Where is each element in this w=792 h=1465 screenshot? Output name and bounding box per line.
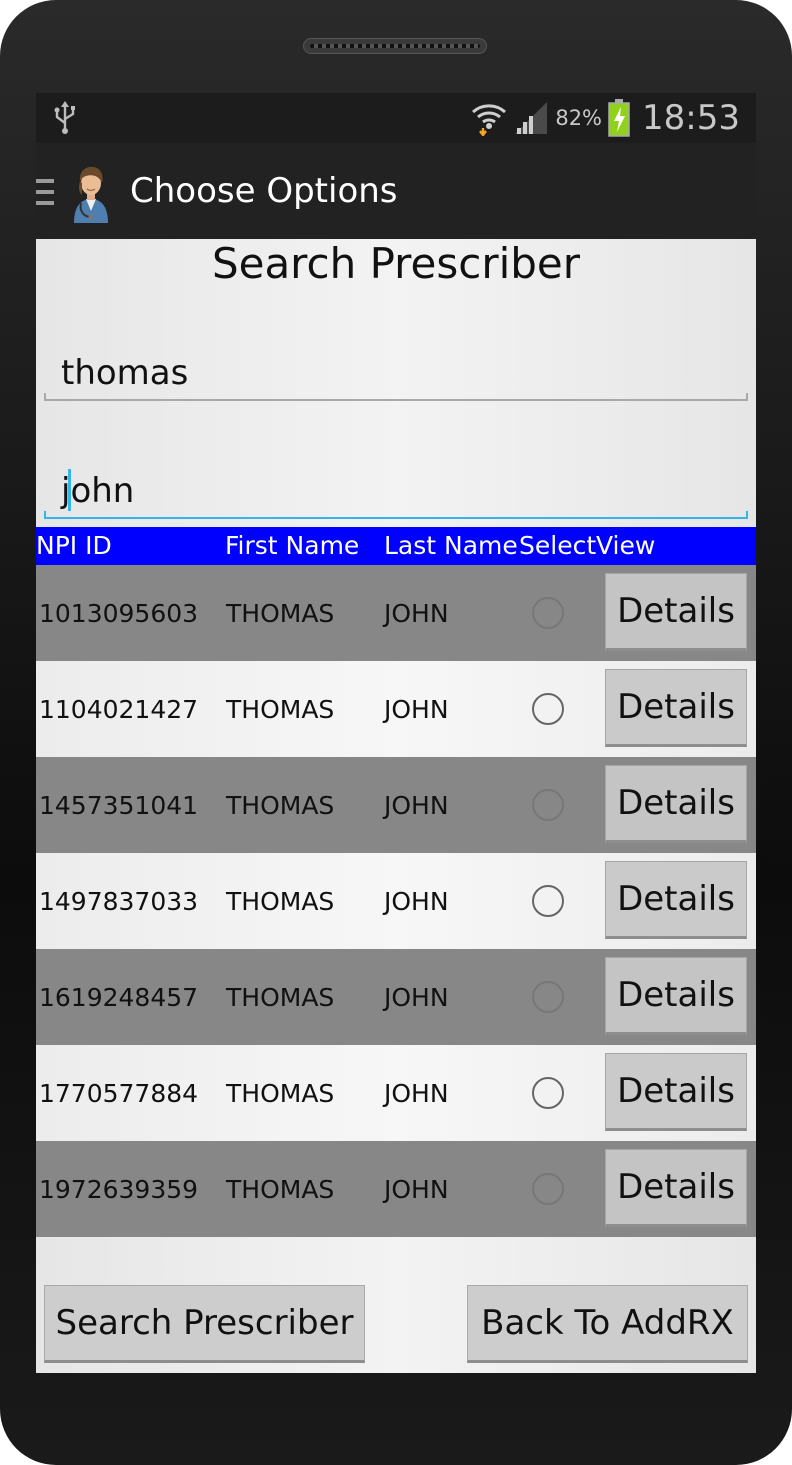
clock: 18:53 (642, 98, 740, 138)
table-row: 1457351041 THOMAS JOHN Details (36, 757, 756, 853)
select-radio[interactable] (532, 1173, 564, 1205)
last-name-cell: JOHN (384, 599, 449, 628)
table-row: 1013095603 THOMAS JOHN Details (36, 565, 756, 661)
npi-id-cell: 1619248457 (39, 983, 199, 1012)
table-header: NPI ID First Name Last Name Select View (36, 527, 756, 565)
first-name-cell: THOMAS (226, 887, 335, 916)
action-bar: Choose Options (36, 143, 756, 241)
first-name-cell: THOMAS (226, 791, 335, 820)
last-name-cell: JOHN (384, 887, 449, 916)
table-row: 1972639359 THOMAS JOHN Details (36, 1141, 756, 1237)
battery-percent: 82% (555, 106, 603, 130)
back-to-addrx-button[interactable]: Back To AddRX (467, 1285, 748, 1363)
status-bar: 82% 18:53 (36, 93, 756, 143)
signal-icon (515, 102, 548, 134)
last-name-cell: JOHN (384, 983, 449, 1012)
search-prescriber-button[interactable]: Search Prescriber (44, 1285, 365, 1363)
select-radio[interactable] (532, 981, 564, 1013)
npi-id-cell: 1972639359 (39, 1175, 199, 1204)
usb-icon (54, 101, 75, 134)
status-bar-right: 82% 18:53 (471, 97, 740, 139)
last-name-cell: JOHN (384, 695, 449, 724)
npi-id-cell: 1013095603 (39, 599, 199, 628)
page-heading: Search Prescriber (211, 239, 581, 288)
details-button[interactable]: Details (605, 573, 747, 651)
first-name-cell: THOMAS (226, 1175, 335, 1204)
device-frame: 82% 18:53 Choose Options Search Prescrib… (0, 0, 792, 1465)
first-name-cell: THOMAS (226, 983, 335, 1012)
doctor-avatar-icon[interactable] (68, 161, 114, 223)
select-radio[interactable] (532, 789, 564, 821)
first-name-cell: THOMAS (226, 599, 335, 628)
header-select: Select (519, 531, 597, 560)
npi-id-cell: 1104021427 (39, 695, 199, 724)
details-button[interactable]: Details (605, 1053, 747, 1131)
last-name-underline-focused (44, 511, 748, 519)
table-row: 1770577884 THOMAS JOHN Details (36, 1045, 756, 1141)
last-name-cell: JOHN (384, 791, 449, 820)
menu-icon[interactable] (36, 177, 54, 207)
details-button[interactable]: Details (605, 669, 747, 747)
last-name-input[interactable]: john (44, 459, 748, 519)
first-name-underline (44, 393, 748, 401)
earpiece-speaker (303, 38, 487, 54)
text-cursor (68, 469, 71, 511)
header-last-name: Last Name (384, 531, 518, 560)
battery-charging-icon (608, 99, 630, 137)
last-name-input-value: john (61, 471, 135, 511)
header-view: View (596, 531, 656, 560)
content-area: Search Prescriber thomas john NPI ID Fir… (36, 239, 756, 1373)
first-name-input-value: thomas (61, 353, 189, 393)
select-radio[interactable] (532, 597, 564, 629)
select-radio[interactable] (532, 885, 564, 917)
last-name-cell: JOHN (384, 1079, 449, 1108)
last-name-cell: JOHN (384, 1175, 449, 1204)
wifi-icon (472, 104, 507, 136)
first-name-input[interactable]: thomas (44, 341, 748, 401)
npi-id-cell: 1457351041 (39, 791, 199, 820)
details-button[interactable]: Details (605, 861, 747, 939)
table-row: 1104021427 THOMAS JOHN Details (36, 661, 756, 757)
first-name-cell: THOMAS (226, 1079, 335, 1108)
header-first-name: First Name (225, 531, 360, 560)
details-button[interactable]: Details (605, 765, 747, 843)
app-title: Choose Options (130, 171, 398, 211)
details-button[interactable]: Details (605, 957, 747, 1035)
first-name-cell: THOMAS (226, 695, 335, 724)
table-row: 1497837033 THOMAS JOHN Details (36, 853, 756, 949)
header-npi-id: NPI ID (36, 531, 112, 560)
details-button[interactable]: Details (605, 1149, 747, 1227)
table-row: 1619248457 THOMAS JOHN Details (36, 949, 756, 1045)
screen: 82% 18:53 Choose Options Search Prescrib… (36, 93, 756, 1373)
npi-id-cell: 1770577884 (39, 1079, 199, 1108)
npi-id-cell: 1497837033 (39, 887, 199, 916)
select-radio[interactable] (532, 693, 564, 725)
select-radio[interactable] (532, 1077, 564, 1109)
